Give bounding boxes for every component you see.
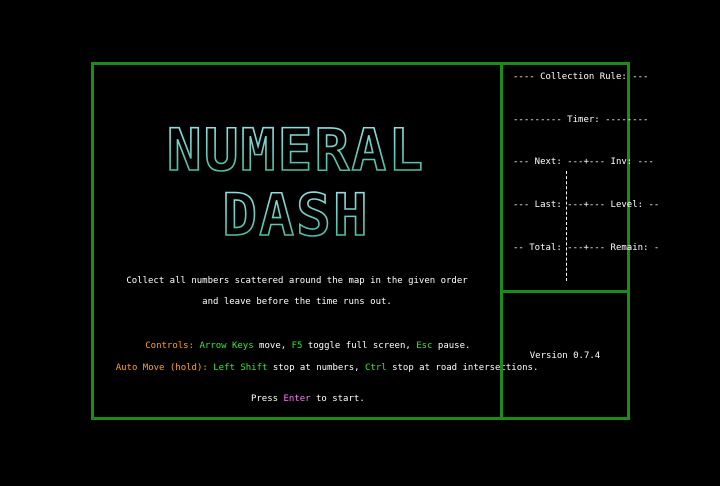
main-panel: NUMERAL DASH Collect all numbers scatter… (91, 62, 539, 420)
logo-line2: DASH (222, 181, 370, 245)
total-remain-label: -- Total: ---+--- Remain: - (513, 243, 660, 253)
controls-text-1: move, (253, 341, 292, 351)
automove-line: Auto Move (hold): Left Shift stop at num… (94, 352, 539, 385)
stats-panel: ---- Collection Rule: --- --------- Time… (500, 62, 660, 293)
f5-key: F5 (291, 341, 303, 351)
start-prompt[interactable]: Press Enter to start. (94, 383, 500, 416)
game-logo: NUMERAL DASH (166, 115, 425, 245)
last-level-label: --- Last: ---+--- Level: -- (513, 200, 660, 210)
automove-label: Auto Move (hold): (115, 363, 208, 373)
esc-key: Esc (416, 341, 433, 351)
collection-rule-label: ---- Collection Rule: --- (513, 72, 649, 82)
automove-text-1: stop at numbers, (267, 363, 365, 373)
divider-vertical (566, 171, 567, 281)
start-pre: Press (250, 394, 284, 404)
enter-key: Enter (283, 394, 311, 404)
version-text: Version 0.7.4 (529, 351, 601, 361)
logo-line1: NUMERAL (167, 116, 425, 184)
next-inv-label: --- Next: ---+--- Inv: --- (513, 157, 654, 167)
left-shift-key: Left Shift (207, 363, 268, 373)
controls-label: Controls: (145, 341, 195, 351)
ctrl-key: Ctrl (364, 363, 387, 373)
intro-line2: and leave before the time runs out. (202, 297, 392, 307)
controls-text-2: toggle full screen, (302, 341, 417, 351)
arrow-keys-key: Arrow Keys (199, 341, 254, 351)
timer-label: --------- Timer: -------- (513, 115, 649, 125)
version-panel: Version 0.7.4 (500, 290, 630, 420)
intro-line1: Collect all numbers scattered around the… (126, 276, 468, 286)
start-post: to start. (310, 394, 365, 404)
controls-text-3: pause. (432, 341, 471, 351)
